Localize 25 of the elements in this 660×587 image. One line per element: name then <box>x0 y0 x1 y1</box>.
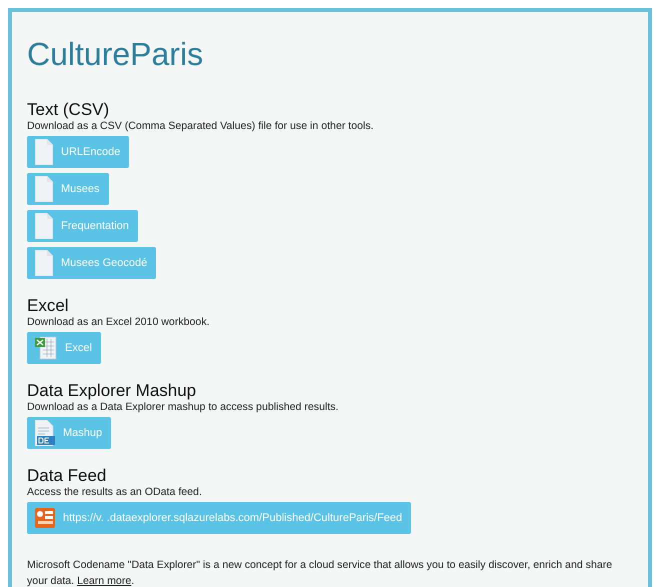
section-description: Download as a Data Explorer mashup to access published results. <box>27 400 340 414</box>
section-description: Download as an Excel 2010 workbook. <box>27 315 211 329</box>
section-description: Download as a CSV (Comma Separated Values) file for use in other tools. <box>27 119 375 133</box>
download-button[interactable]: Frequentation <box>27 210 138 242</box>
section-heading: Data Explorer Mashup <box>27 381 198 400</box>
download-button[interactable]: URLEncode <box>27 136 130 168</box>
document-icon <box>35 420 55 446</box>
section-heading: Excel <box>27 296 70 315</box>
spreadsheet-icon <box>35 336 57 360</box>
download-button[interactable]: Musees Geocodé <box>27 247 156 279</box>
document-icon <box>35 213 53 239</box>
document-icon <box>35 176 53 202</box>
feed-icon <box>35 508 55 528</box>
download-button[interactable]: Excel <box>27 332 101 364</box>
footer-text: Microsoft Codename "Data Explorer" is a new concept for a cloud service that allows you to easily discover, enrich and share your data. Learn more. <box>27 558 614 587</box>
learn-more-link[interactable]: Learn more <box>77 575 132 587</box>
section-heading: Text (CSV) <box>27 100 110 119</box>
document-icon <box>35 250 53 276</box>
section-heading: Data Feed <box>27 466 108 485</box>
section-description: Access the results as an OData feed. <box>27 485 203 499</box>
document-icon <box>35 139 53 165</box>
page-title: CultureParis <box>27 38 204 70</box>
download-button[interactable]: Musees <box>27 173 109 205</box>
download-button[interactable]: https://v. .dataexplorer.sqlazurelabs.com/Published/CultureParis/Feed <box>27 502 412 534</box>
download-button[interactable]: Mashup <box>27 417 112 449</box>
